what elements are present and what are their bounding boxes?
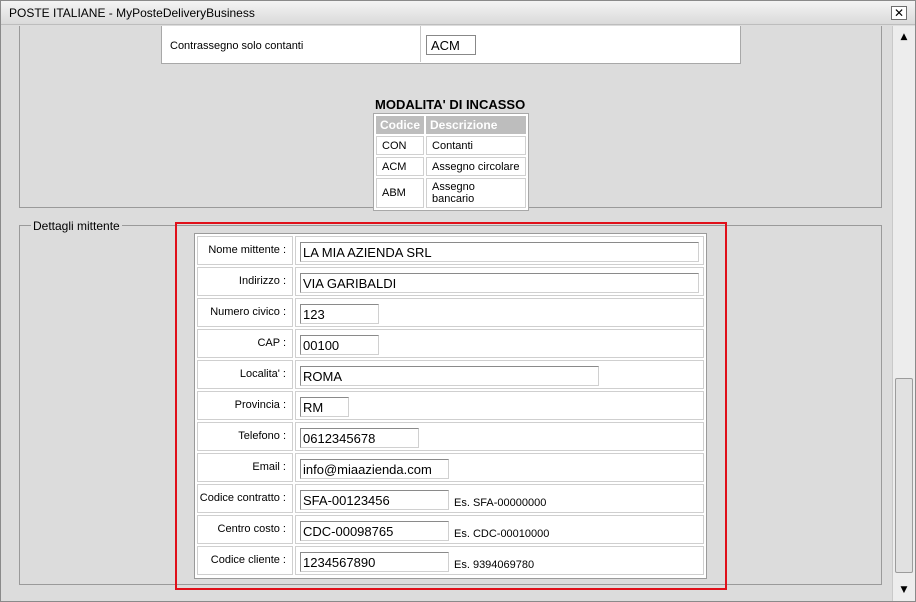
form-row-centro-costo: Centro costo : CDC-00098765 Es. CDC-0001…: [197, 515, 704, 544]
vertical-scrollbar[interactable]: ▲ ▼: [892, 26, 915, 601]
field-hint: Es. SFA-00000000: [454, 497, 547, 509]
numero-civico-input[interactable]: 123: [300, 304, 379, 324]
column-header-descrizione: Descrizione: [426, 116, 526, 134]
field-cell: SFA-00123456 Es. SFA-00000000: [295, 484, 704, 513]
codice-contratto-input[interactable]: SFA-00123456: [300, 490, 449, 510]
table-cell-code: ABM: [376, 178, 425, 208]
title-bar: POSTE ITALIANE - MyPosteDeliveryBusiness…: [1, 1, 915, 25]
table-cell-code: CON: [376, 136, 425, 155]
form-row-codice-cliente: Codice cliente : 1234567890 Es. 93940697…: [197, 546, 704, 575]
field-label: Localita' :: [197, 360, 293, 389]
field-cell: LA MIA AZIENDA SRL: [295, 236, 704, 265]
table-cell-desc: Assegno circolare: [426, 157, 526, 176]
email-input[interactable]: info@miaazienda.com: [300, 459, 449, 479]
field-label: Indirizzo :: [197, 267, 293, 296]
scroll-down-icon[interactable]: ▼: [897, 583, 911, 597]
codice-cliente-input[interactable]: 1234567890: [300, 552, 449, 572]
field-label: Codice contratto :: [197, 484, 293, 513]
payment-label: Contrassegno solo contanti: [170, 40, 304, 52]
field-cell: 0612345678: [295, 422, 704, 451]
table-row: CON Contanti: [376, 136, 526, 155]
centro-costo-input[interactable]: CDC-00098765: [300, 521, 449, 541]
field-cell: CDC-00098765 Es. CDC-00010000: [295, 515, 704, 544]
form-row-codice-contratto: Codice contratto : SFA-00123456 Es. SFA-…: [197, 484, 704, 513]
column-header-codice: Codice: [376, 116, 425, 134]
table-row: ABM Assegno bancario: [376, 178, 526, 208]
form-row-indirizzo: Indirizzo : VIA GARIBALDI: [197, 267, 704, 296]
field-cell: 00100: [295, 329, 704, 358]
localita-input[interactable]: ROMA: [300, 366, 599, 386]
field-label: Numero civico :: [197, 298, 293, 327]
form-row-provincia: Provincia : RM: [197, 391, 704, 420]
field-label: Telefono :: [197, 422, 293, 451]
field-hint: Es. 9394069780: [454, 559, 535, 571]
telefono-input[interactable]: 0612345678: [300, 428, 419, 448]
form-row-telefono: Telefono : 0612345678: [197, 422, 704, 451]
table-row: ACM Assegno circolare: [376, 157, 526, 176]
field-cell: 123: [295, 298, 704, 327]
field-cell: info@miaazienda.com: [295, 453, 704, 482]
divider: [420, 26, 421, 62]
form-row-numero-civico: Numero civico : 123: [197, 298, 704, 327]
incasso-title: MODALITA' DI INCASSO: [375, 97, 526, 112]
field-label: Email :: [197, 453, 293, 482]
form-row-email: Email : info@miaazienda.com: [197, 453, 704, 482]
app-window: POSTE ITALIANE - MyPosteDeliveryBusiness…: [0, 0, 916, 602]
field-hint: Es. CDC-00010000: [454, 528, 550, 540]
field-label: Centro costo :: [197, 515, 293, 544]
nome-mittente-input[interactable]: LA MIA AZIENDA SRL: [300, 242, 699, 262]
sender-form: Nome mittente : LA MIA AZIENDA SRL Indir…: [194, 233, 707, 579]
field-label: Codice cliente :: [197, 546, 293, 575]
field-label: Provincia :: [197, 391, 293, 420]
form-row-cap: CAP : 00100: [197, 329, 704, 358]
scrollbar-thumb[interactable]: [895, 378, 913, 573]
payment-table: Contrassegno solo contanti ACM: [161, 26, 741, 64]
payment-value-field[interactable]: ACM: [426, 35, 476, 55]
field-cell: 1234567890 Es. 9394069780: [295, 546, 704, 575]
scroll-up-icon[interactable]: ▲: [897, 30, 911, 44]
form-row-localita: Localita' : ROMA: [197, 360, 704, 389]
field-label: Nome mittente :: [197, 236, 293, 265]
main-content: Contrassegno solo contanti ACM MODALITA'…: [1, 26, 892, 601]
table-cell-code: ACM: [376, 157, 425, 176]
table-header-row: Codice Descrizione: [376, 116, 526, 134]
field-cell: RM: [295, 391, 704, 420]
provincia-input[interactable]: RM: [300, 397, 349, 417]
field-cell: ROMA: [295, 360, 704, 389]
table-cell-desc: Assegno bancario: [426, 178, 526, 208]
window-title: POSTE ITALIANE - MyPosteDeliveryBusiness: [9, 6, 255, 20]
table-cell-desc: Contanti: [426, 136, 526, 155]
cap-input[interactable]: 00100: [300, 335, 379, 355]
incasso-table: Codice Descrizione CON Contanti ACM Asse…: [373, 113, 529, 211]
sender-legend: Dettagli mittente: [31, 219, 122, 233]
form-row-nome-mittente: Nome mittente : LA MIA AZIENDA SRL: [197, 236, 704, 265]
field-label: CAP :: [197, 329, 293, 358]
close-icon[interactable]: ✕: [891, 6, 907, 20]
field-cell: VIA GARIBALDI: [295, 267, 704, 296]
indirizzo-input[interactable]: VIA GARIBALDI: [300, 273, 699, 293]
